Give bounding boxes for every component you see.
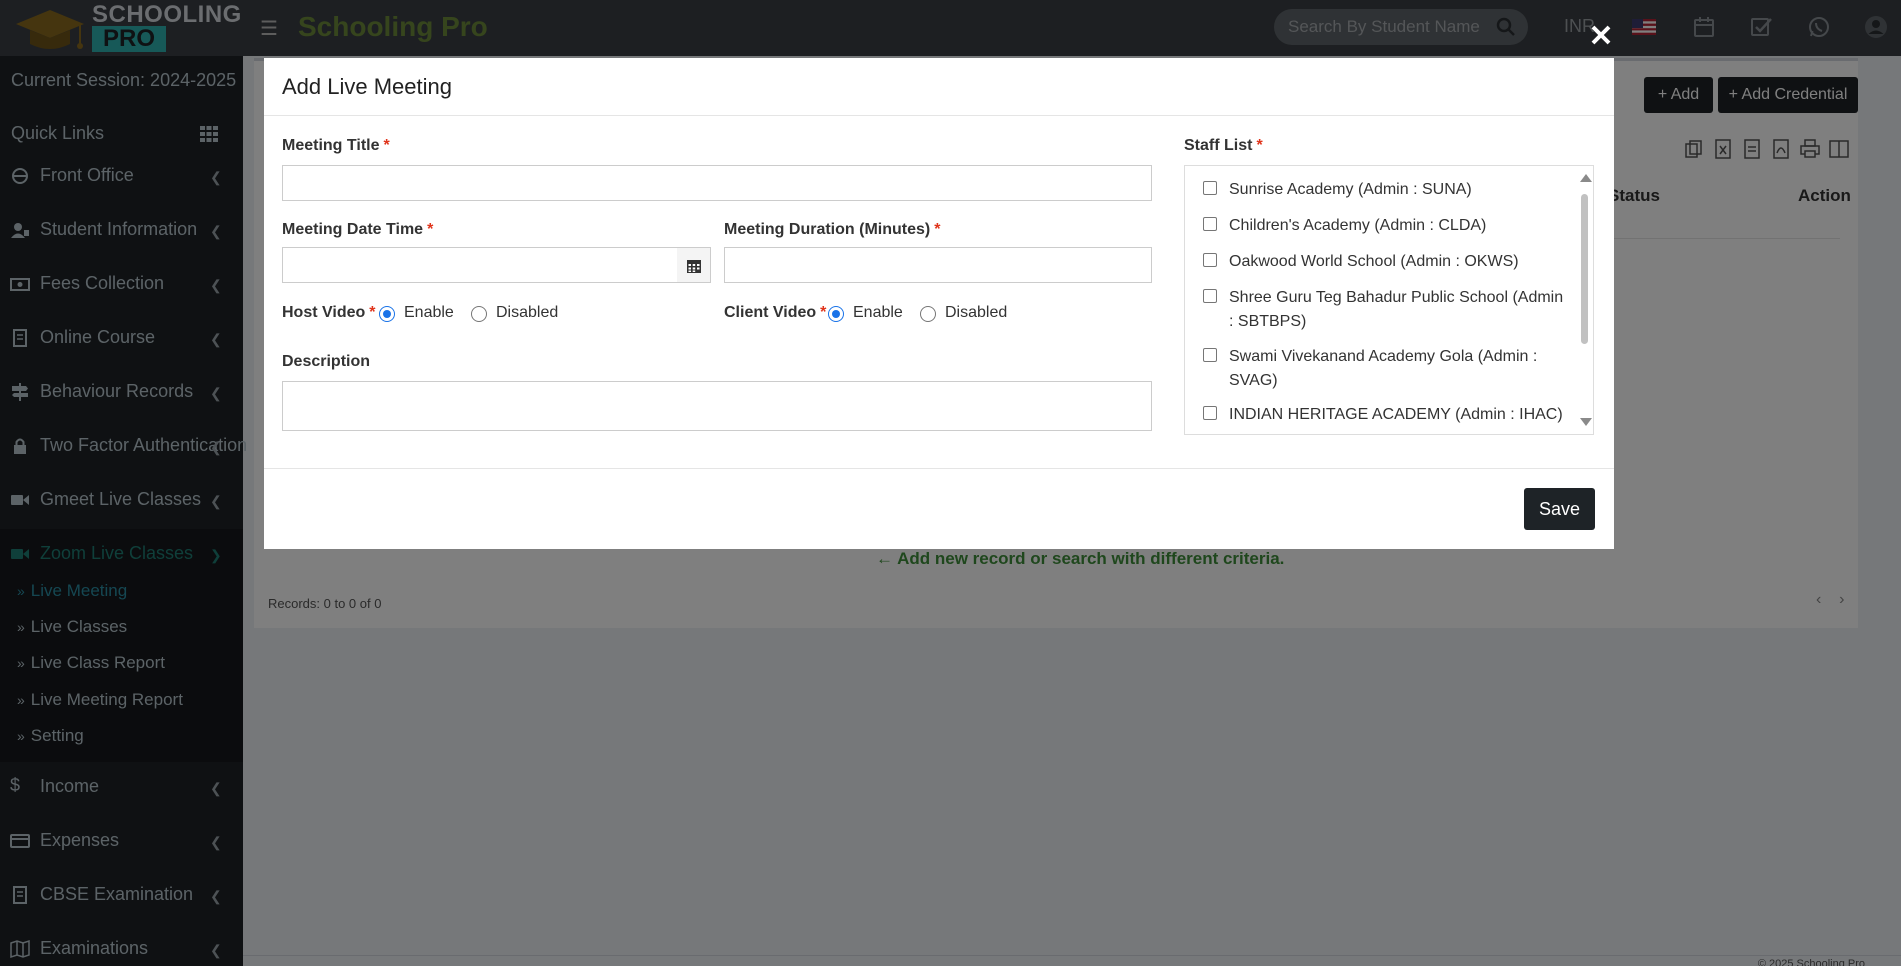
- required-marker: *: [1256, 137, 1263, 154]
- client-video-disabled-label[interactable]: Disabled: [945, 304, 1007, 322]
- description-textarea[interactable]: [282, 381, 1152, 431]
- add-live-meeting-modal: Add Live Meeting Meeting Title * Meeting …: [264, 58, 1614, 549]
- staff-label: INDIAN HERITAGE ACADEMY (Admin : IHAC): [1229, 406, 1563, 423]
- meeting-duration-label: Meeting Duration (Minutes) *: [724, 221, 940, 239]
- required-marker: *: [934, 221, 941, 238]
- staff-checkbox[interactable]: [1203, 181, 1217, 195]
- staff-label: Oakwood World School (Admin : OKWS): [1229, 253, 1519, 270]
- host-video-group: Host Video * Enable Disabled: [282, 304, 582, 326]
- client-video-group: Client Video * Enable Disabled: [724, 304, 1044, 326]
- client-video-enable-label[interactable]: Enable: [853, 304, 903, 322]
- required-marker: *: [383, 137, 390, 154]
- modal-footer: [264, 468, 1614, 549]
- description-label: Description: [282, 353, 371, 370]
- required-marker: *: [820, 304, 827, 321]
- modal-header: Add Live Meeting: [264, 58, 1614, 116]
- meeting-duration-label-text: Meeting Duration (Minutes): [724, 221, 931, 238]
- host-video-disabled-radio[interactable]: [471, 306, 487, 322]
- staff-label: Shree Guru Teg Bahadur Public School (Ad…: [1229, 289, 1564, 330]
- staff-checkbox[interactable]: [1203, 289, 1217, 303]
- staff-list-label-text: Staff List: [1184, 137, 1253, 154]
- required-marker: *: [427, 221, 434, 238]
- host-video-enable-radio[interactable]: [379, 306, 395, 322]
- staff-list-scrollbar[interactable]: [1576, 166, 1593, 434]
- host-video-enable-label[interactable]: Enable: [404, 304, 454, 322]
- meeting-duration-input[interactable]: [724, 247, 1152, 283]
- modal-title: Add Live Meeting: [282, 74, 452, 99]
- client-video-disabled-radio[interactable]: [920, 306, 936, 322]
- meeting-title-input[interactable]: [282, 165, 1152, 201]
- close-icon[interactable]: [1588, 22, 1614, 48]
- scrollbar-thumb[interactable]: [1581, 194, 1588, 344]
- host-video-label-text: Host Video: [282, 304, 366, 321]
- meeting-title-label-text: Meeting Title: [282, 137, 380, 154]
- required-marker: *: [369, 304, 376, 321]
- date-picker-button[interactable]: [677, 247, 711, 283]
- client-video-enable-radio[interactable]: [828, 306, 844, 322]
- meeting-date-time-label: Meeting Date Time *: [282, 221, 433, 239]
- meeting-date-time-input[interactable]: [282, 247, 678, 283]
- staff-checkbox[interactable]: [1203, 406, 1217, 420]
- host-video-label: Host Video *: [282, 304, 376, 322]
- scroll-up-arrow-icon[interactable]: [1580, 174, 1592, 182]
- staff-checkbox[interactable]: [1203, 348, 1217, 362]
- save-button[interactable]: Save: [1524, 488, 1595, 530]
- staff-checkbox[interactable]: [1203, 217, 1217, 231]
- staff-label: Children's Academy (Admin : CLDA): [1229, 217, 1487, 234]
- client-video-label: Client Video *: [724, 304, 826, 322]
- meeting-title-label: Meeting Title *: [282, 137, 390, 155]
- host-video-disabled-label[interactable]: Disabled: [496, 304, 558, 322]
- scroll-down-arrow-icon[interactable]: [1580, 418, 1592, 426]
- staff-label: Swami Vivekanand Academy Gola (Admin : S…: [1229, 348, 1538, 389]
- client-video-label-text: Client Video: [724, 304, 817, 321]
- calendar-icon: [687, 260, 701, 273]
- meeting-date-time-label-text: Meeting Date Time: [282, 221, 424, 238]
- staff-list-label: Staff List *: [1184, 137, 1263, 155]
- staff-list[interactable]: Sunrise Academy (Admin : SUNA) Children'…: [1184, 165, 1594, 435]
- staff-label: Sunrise Academy (Admin : SUNA): [1229, 181, 1472, 198]
- staff-checkbox[interactable]: [1203, 253, 1217, 267]
